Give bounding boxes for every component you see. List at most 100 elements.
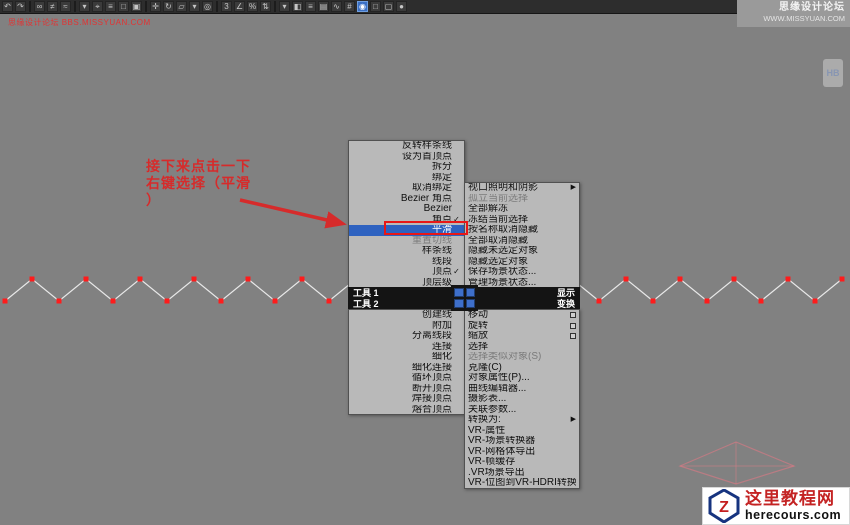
menu-item[interactable]: 选择类似对象(S) (465, 352, 579, 363)
menu-item[interactable]: Bezier 角点 (349, 194, 464, 205)
snap-toggle-icon[interactable]: 3 (221, 1, 232, 12)
menu-item[interactable]: 细化 (349, 352, 464, 363)
menu-item[interactable]: 缩放 (465, 331, 579, 342)
spline-vertex[interactable] (56, 298, 62, 304)
menu-item[interactable]: 设为首顶点 (349, 152, 464, 163)
named-selection-sets-icon[interactable]: ▾ (279, 1, 290, 12)
menu-item[interactable]: VR-帧缓存 (465, 457, 579, 468)
spline-vertex[interactable] (650, 298, 656, 304)
reference-coordinate-dropdown[interactable]: ▾ (189, 1, 200, 12)
spline-vertex[interactable] (677, 276, 683, 282)
mirror-icon[interactable]: ◧ (292, 1, 303, 12)
menu-item[interactable]: Bezier (349, 204, 464, 215)
menu-item[interactable]: 转换为: ▶ (465, 415, 579, 426)
menu-item[interactable]: 反转样条线 (349, 141, 464, 152)
spline-vertex[interactable] (785, 276, 791, 282)
menu-item[interactable]: 分离线段 (349, 331, 464, 342)
menu-item[interactable]: 重置切线 (349, 236, 464, 247)
spline-vertex[interactable] (623, 276, 629, 282)
spline-vertex[interactable] (731, 276, 737, 282)
menu-item[interactable]: 按名称取消隐藏 (465, 225, 579, 236)
menu-item[interactable]: 视口照明和阴影 ▶ (465, 183, 579, 194)
spline-vertex[interactable] (245, 276, 251, 282)
menu-item[interactable]: VR-位图到VR-HDRI转换器 (465, 478, 579, 488)
menu-item[interactable]: 拆分 (349, 162, 464, 173)
select-and-rotate-icon[interactable]: ↻ (163, 1, 174, 12)
menu-item[interactable]: 循环顶点 (349, 373, 464, 384)
menu-item[interactable]: 曲线编辑器... (465, 384, 579, 395)
menu-item[interactable]: VR-场景转换器 (465, 436, 579, 447)
spline-vertex[interactable] (839, 276, 845, 282)
menu-item[interactable]: 断开顶点 (349, 384, 464, 395)
unlink-selection-icon[interactable]: ≠ (47, 1, 58, 12)
menu-item[interactable]: .VR场景导出 (465, 468, 579, 479)
menu-item[interactable]: 关联参数... (465, 405, 579, 416)
menu-item[interactable]: 隐藏未选定对象 (465, 246, 579, 257)
menu-item[interactable]: 连接 (349, 342, 464, 353)
layer-manager-icon[interactable]: ▤ (318, 1, 329, 12)
crossing-selection-icon[interactable]: ▣ (131, 1, 142, 12)
select-and-move-icon[interactable]: ✛ (150, 1, 161, 12)
material-editor-icon[interactable]: ◉ (357, 1, 368, 12)
select-object-icon[interactable]: ⌖ (92, 1, 103, 12)
spline-vertex[interactable] (596, 298, 602, 304)
menu-item[interactable]: 熔合顶点 (349, 405, 464, 415)
menu-item[interactable]: VR-网格体导出 (465, 447, 579, 458)
settings-box-icon[interactable] (570, 312, 576, 319)
render-icon[interactable]: ● (396, 1, 407, 12)
menu-item[interactable]: 线段 (349, 257, 464, 268)
select-by-name-icon[interactable]: ≡ (105, 1, 116, 12)
menu-item[interactable]: 移动 (465, 310, 579, 321)
spline-vertex[interactable] (83, 276, 89, 282)
spline-vertex[interactable] (29, 276, 35, 282)
menu-item[interactable]: 选择 (465, 342, 579, 353)
angle-snap-icon[interactable]: ∠ (234, 1, 245, 12)
spline-vertex[interactable] (272, 298, 278, 304)
menu-item[interactable]: 保存场景状态... (465, 267, 579, 278)
quad-center-indicator[interactable] (451, 285, 478, 311)
spline-vertex[interactable] (326, 298, 332, 304)
menu-item[interactable]: 创建线 (349, 310, 464, 321)
menu-item[interactable]: 全部取消隐藏 (465, 236, 579, 247)
spinner-snap-icon[interactable]: ⇅ (260, 1, 271, 12)
menu-item[interactable]: 全部解冻 (465, 204, 579, 215)
menu-item[interactable]: 样条线 (349, 246, 464, 257)
use-pivot-center-icon[interactable]: ◎ (202, 1, 213, 12)
settings-box-icon[interactable] (570, 333, 576, 340)
menu-item[interactable]: 摄影表... (465, 394, 579, 405)
select-and-link-icon[interactable]: ∞ (34, 1, 45, 12)
menu-item[interactable]: 焊接顶点 (349, 394, 464, 405)
spline-vertex[interactable] (812, 298, 818, 304)
menu-item[interactable]: VR-属性 (465, 426, 579, 437)
menu-item[interactable]: 冻结当前选择 (465, 215, 579, 226)
spline-vertex[interactable] (218, 298, 224, 304)
rectangular-selection-icon[interactable]: □ (118, 1, 129, 12)
settings-box-icon[interactable] (570, 322, 576, 329)
spline-vertex[interactable] (110, 298, 116, 304)
menu-item[interactable]: 附加 (349, 321, 464, 332)
render-setup-icon[interactable]: □ (370, 1, 381, 12)
redo-icon[interactable]: ↷ (15, 1, 26, 12)
menu-item[interactable]: 细化连接 (349, 363, 464, 374)
menu-item[interactable]: 顶点 ✓ (349, 267, 464, 278)
spline-vertex[interactable] (191, 276, 197, 282)
align-icon[interactable]: ≡ (305, 1, 316, 12)
select-and-scale-icon[interactable]: ▱ (176, 1, 187, 12)
percent-snap-icon[interactable]: % (247, 1, 258, 12)
menu-item[interactable]: 旋转 (465, 321, 579, 332)
spline-vertex[interactable] (704, 298, 710, 304)
menu-item[interactable]: 绑定 (349, 173, 464, 184)
undo-icon[interactable]: ↶ (2, 1, 13, 12)
spline-vertex[interactable] (758, 298, 764, 304)
bind-to-spacewarp-icon[interactable]: ≈ (60, 1, 71, 12)
menu-item[interactable]: 对象属性(P)... (465, 373, 579, 384)
menu-item[interactable]: 取消绑定 (349, 183, 464, 194)
menu-item[interactable]: 克隆(C) (465, 363, 579, 374)
spline-vertex[interactable] (299, 276, 305, 282)
spline-vertex[interactable] (2, 298, 8, 304)
spline-vertex[interactable] (137, 276, 143, 282)
selection-filter-dropdown[interactable]: ▾ (79, 1, 90, 12)
spline-vertex[interactable] (164, 298, 170, 304)
curve-editor-icon[interactable]: ∿ (331, 1, 342, 12)
render-frame-icon[interactable]: ▢ (383, 1, 394, 12)
